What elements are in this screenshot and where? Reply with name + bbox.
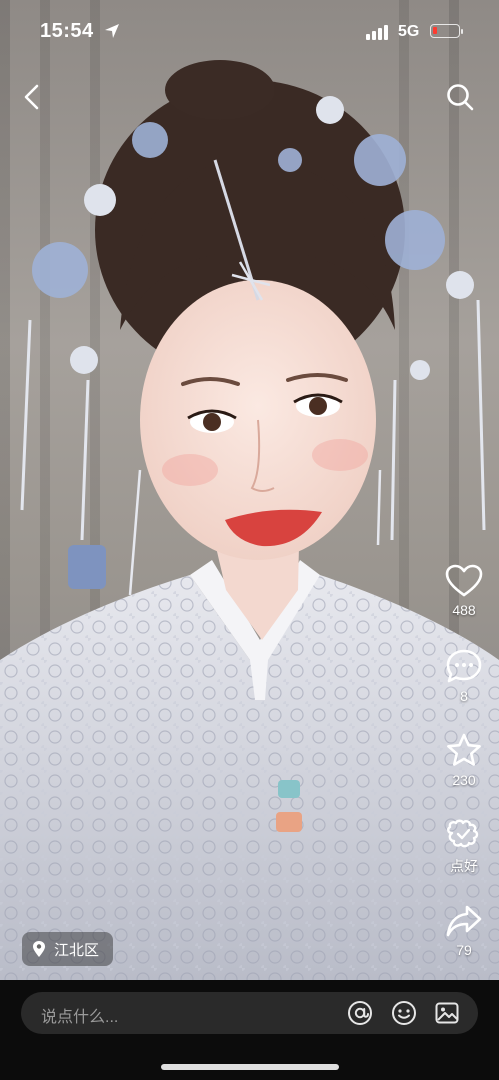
bottom-bar: 说点什么... xyxy=(0,980,499,1080)
like-count: 488 xyxy=(452,602,476,618)
recommend-button[interactable]: 点好 xyxy=(432,818,496,876)
comment-icon xyxy=(446,649,482,683)
image-button[interactable] xyxy=(433,999,461,1027)
emoji-button[interactable] xyxy=(390,999,418,1027)
battery-icon xyxy=(430,24,463,38)
home-indicator[interactable] xyxy=(161,1064,339,1070)
back-button[interactable] xyxy=(14,79,50,115)
share-icon xyxy=(446,905,482,937)
comment-input[interactable]: 说点什么... xyxy=(21,992,478,1034)
star-icon xyxy=(447,733,481,766)
status-bar: 15:54 5G xyxy=(0,0,499,64)
at-icon xyxy=(348,1001,372,1025)
share-button[interactable]: 79 xyxy=(432,904,496,958)
mention-button[interactable] xyxy=(346,999,374,1027)
recommend-label: 点好 xyxy=(450,858,478,874)
location-label: 江北区 xyxy=(54,941,100,959)
like-button[interactable]: 488 xyxy=(432,564,496,618)
heart-icon xyxy=(445,564,483,597)
chevron-left-icon xyxy=(24,84,39,110)
network-type: 5G xyxy=(398,23,420,40)
search-icon xyxy=(447,84,474,111)
share-count: 79 xyxy=(456,942,472,958)
location-tag[interactable]: 江北区 xyxy=(22,932,114,966)
cellular-signal-icon xyxy=(366,25,388,40)
location-arrow-icon xyxy=(105,24,119,38)
favorite-count: 230 xyxy=(452,772,476,788)
recommend-icon xyxy=(447,819,479,848)
favorite-button[interactable]: 230 xyxy=(432,732,496,788)
image-icon xyxy=(435,1002,459,1024)
status-time: 15:54 xyxy=(40,20,94,42)
portrait-image xyxy=(0,60,499,980)
screen: 15:54 5G 488 8 230 点好 79 江北区 说点什么... xyxy=(0,0,499,1080)
smiley-icon xyxy=(392,1001,416,1025)
video-frame[interactable]: 15:54 5G 488 8 230 点好 79 江北区 xyxy=(0,0,499,980)
search-button[interactable] xyxy=(442,79,478,115)
location-pin-icon xyxy=(33,941,45,957)
battery-level xyxy=(433,27,437,34)
comment-placeholder: 说点什么... xyxy=(41,1009,119,1026)
comment-button[interactable]: 8 xyxy=(432,648,496,704)
comment-count: 8 xyxy=(460,688,468,704)
